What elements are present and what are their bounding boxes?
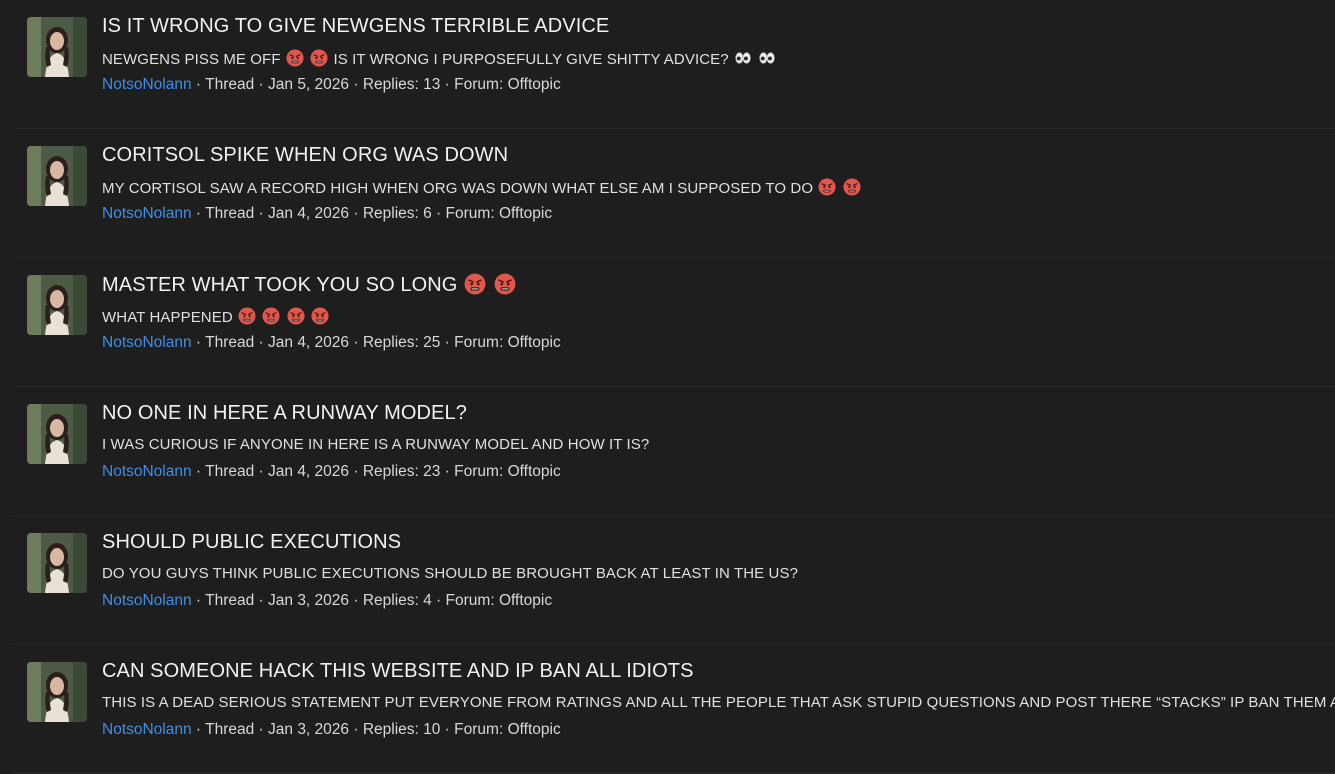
snippet-text: WHAT HAPPENED <box>102 309 233 326</box>
eyes-icon <box>758 49 776 67</box>
forum-label: Forum: <box>454 334 504 351</box>
thread-meta: NotsoNolann · Thread · Jan 3, 2026 · Rep… <box>102 721 561 738</box>
avatar[interactable] <box>27 275 87 335</box>
author-link[interactable]: NotsoNolann <box>102 76 192 93</box>
angry-face-icon <box>262 307 280 325</box>
forum-link[interactable]: Offtopic <box>508 334 561 351</box>
angry-face-icon <box>818 178 836 196</box>
thread-title: NO ONE IN HERE A RUNWAY MODEL? <box>102 402 467 424</box>
thread-row: SHOULD PUBLIC EXECUTIONS DO YOU GUYS THIN… <box>12 516 1335 645</box>
angry-face-icon <box>464 273 486 295</box>
replies-count: 23 <box>423 463 441 480</box>
thread-meta: NotsoNolann · Thread · Jan 4, 2026 · Rep… <box>102 463 561 480</box>
content-type: Thread <box>205 463 255 480</box>
thread-meta: NotsoNolann · Thread · Jan 4, 2026 · Rep… <box>102 334 561 351</box>
avatar[interactable] <box>27 17 87 77</box>
thread-snippet: DO YOU GUYS THINK PUBLIC EXECUTIONS SHOU… <box>102 565 798 582</box>
replies-label: Replies: <box>362 76 419 93</box>
thread-snippet: MY CORTISOL SAW A RECORD HIGH WHEN ORG W… <box>102 178 862 197</box>
forum-link[interactable]: Offtopic <box>508 76 561 93</box>
thread-list: IS IT WRONG TO GIVE NEWGENS TERRIBLE ADV… <box>12 0 1335 774</box>
snippet-text: I WAS CURIOUS IF ANYONE IN HERE IS A RUN… <box>102 436 650 453</box>
snippet-text: MY CORTISOL SAW A RECORD HIGH WHEN ORG W… <box>102 180 814 197</box>
thread-meta: NotsoNolann · Thread · Jan 4, 2026 · Rep… <box>102 205 553 222</box>
thread-title: MASTER WHAT TOOK YOU SO LONG <box>102 274 458 296</box>
snippet-text: THIS IS A DEAD SERIOUS STATEMENT PUT EVE… <box>102 694 1335 711</box>
author-link[interactable]: NotsoNolann <box>102 205 192 222</box>
thread-row: CORITSOL SPIKE WHEN ORG WAS DOWN MY CORTI… <box>12 129 1335 258</box>
content-type: Thread <box>205 205 255 222</box>
replies-label: Replies: <box>362 592 419 609</box>
angry-face-icon <box>494 273 516 295</box>
replies-label: Replies: <box>362 334 419 351</box>
thread-title-link[interactable]: NO ONE IN HERE A RUNWAY MODEL? <box>102 402 467 425</box>
forum-link[interactable]: Offtopic <box>508 463 561 480</box>
angry-face-icon <box>310 49 328 67</box>
avatar[interactable] <box>27 533 87 593</box>
thread-snippet: NEWGENS PISS ME OFF IS IT WRONG I PURPOS… <box>102 49 777 68</box>
replies-label: Replies: <box>362 205 419 222</box>
thread-title-link[interactable]: CORITSOL SPIKE WHEN ORG WAS DOWN <box>102 144 508 167</box>
thread-title-link[interactable]: CAN SOMEONE HACK THIS WEBSITE AND IP BAN… <box>102 660 694 683</box>
thread-snippet: WHAT HAPPENED <box>102 307 330 326</box>
thread-row: IS IT WRONG TO GIVE NEWGENS TERRIBLE ADV… <box>12 0 1335 129</box>
avatar[interactable] <box>27 404 87 464</box>
post-date: Jan 5, 2026 <box>268 76 350 93</box>
angry-face-icon <box>287 307 305 325</box>
eyes-icon <box>734 49 752 67</box>
thread-title: CAN SOMEONE HACK THIS WEBSITE AND IP BAN… <box>102 660 694 682</box>
thread-row: MASTER WHAT TOOK YOU SO LONG WHAT HAPPEN… <box>12 258 1335 387</box>
content-type: Thread <box>205 334 255 351</box>
thread-title: SHOULD PUBLIC EXECUTIONS <box>102 531 402 553</box>
post-date: Jan 3, 2026 <box>268 592 350 609</box>
angry-face-icon <box>238 307 256 325</box>
avatar[interactable] <box>27 662 87 722</box>
author-link[interactable]: NotsoNolann <box>102 463 192 480</box>
avatar[interactable] <box>27 146 87 206</box>
post-date: Jan 4, 2026 <box>268 205 350 222</box>
forum-label: Forum: <box>445 592 495 609</box>
thread-title-link[interactable]: IS IT WRONG TO GIVE NEWGENS TERRIBLE ADV… <box>102 15 609 38</box>
thread-snippet: I WAS CURIOUS IF ANYONE IN HERE IS A RUN… <box>102 436 649 453</box>
thread-title-link[interactable]: SHOULD PUBLIC EXECUTIONS <box>102 531 401 554</box>
forum-label: Forum: <box>454 76 504 93</box>
post-date: Jan 4, 2026 <box>268 463 350 480</box>
author-link[interactable]: NotsoNolann <box>102 334 192 351</box>
angry-face-icon <box>311 307 329 325</box>
forum-link[interactable]: Offtopic <box>499 592 552 609</box>
thread-row: CAN SOMEONE HACK THIS WEBSITE AND IP BAN… <box>12 645 1335 774</box>
thread-meta: NotsoNolann · Thread · Jan 3, 2026 · Rep… <box>102 592 553 609</box>
angry-face-icon <box>843 178 861 196</box>
snippet-text: IS IT WRONG I PURPOSEFULLY GIVE SHITTY A… <box>333 51 729 68</box>
thread-snippet: THIS IS A DEAD SERIOUS STATEMENT PUT EVE… <box>102 694 1335 711</box>
replies-count: 25 <box>423 334 441 351</box>
thread-title: CORITSOL SPIKE WHEN ORG WAS DOWN <box>102 144 509 166</box>
forum-link[interactable]: Offtopic <box>499 205 552 222</box>
forum-label: Forum: <box>445 205 495 222</box>
replies-label: Replies: <box>362 463 419 480</box>
angry-face-icon <box>286 49 304 67</box>
replies-count: 13 <box>423 76 441 93</box>
replies-count: 6 <box>423 205 432 222</box>
post-date: Jan 4, 2026 <box>268 334 350 351</box>
snippet-text: NEWGENS PISS ME OFF <box>102 51 281 68</box>
content-type: Thread <box>205 592 255 609</box>
forum-label: Forum: <box>454 463 504 480</box>
content-type: Thread <box>205 76 255 93</box>
replies-count: 4 <box>423 592 432 609</box>
snippet-text: DO YOU GUYS THINK PUBLIC EXECUTIONS SHOU… <box>102 565 799 582</box>
thread-title-link[interactable]: MASTER WHAT TOOK YOU SO LONG <box>102 273 517 297</box>
thread-row: NO ONE IN HERE A RUNWAY MODEL? I WAS CURI… <box>12 387 1335 516</box>
thread-meta: NotsoNolann · Thread · Jan 5, 2026 · Rep… <box>102 76 561 93</box>
author-link[interactable]: NotsoNolann <box>102 592 192 609</box>
thread-title: IS IT WRONG TO GIVE NEWGENS TERRIBLE ADV… <box>102 15 610 37</box>
